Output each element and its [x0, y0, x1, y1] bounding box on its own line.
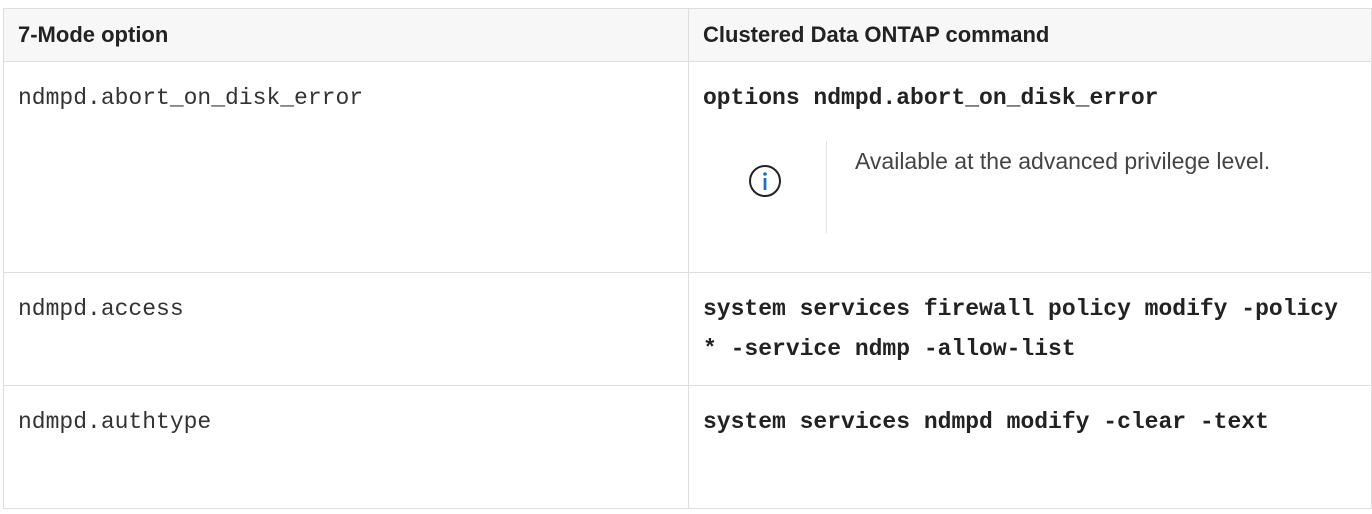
option-cell: ndmpd.authtype	[3, 385, 689, 509]
table-row: ndmpd.abort_on_disk_error options ndmpd.…	[3, 61, 1372, 273]
table-row: ndmpd.authtype system services ndmpd mod…	[3, 385, 1372, 509]
command-text: options ndmpd.abort_on_disk_error	[703, 85, 1159, 111]
table-header-row: 7-Mode option Clustered Data ONTAP comma…	[3, 8, 1372, 62]
option-cell: ndmpd.abort_on_disk_error	[3, 61, 689, 273]
note-admonition: Available at the advanced privilege leve…	[703, 141, 1357, 233]
command-cell: system services firewall policy modify -…	[688, 272, 1372, 386]
command-cell: system services ndmpd modify -clear -tex…	[688, 385, 1372, 509]
info-icon	[748, 165, 781, 197]
note-text: Available at the advanced privilege leve…	[855, 148, 1271, 174]
column-header-clustered-command: Clustered Data ONTAP command	[688, 8, 1372, 62]
note-icon-column	[703, 141, 827, 233]
column-header-7-mode-option: 7-Mode option	[3, 8, 689, 62]
option-cell: ndmpd.access	[3, 272, 689, 386]
command-cell: options ndmpd.abort_on_disk_error Availa…	[688, 61, 1372, 273]
option-command-table: 7-Mode option Clustered Data ONTAP comma…	[3, 8, 1372, 509]
table-row: ndmpd.access system services firewall po…	[3, 272, 1372, 386]
